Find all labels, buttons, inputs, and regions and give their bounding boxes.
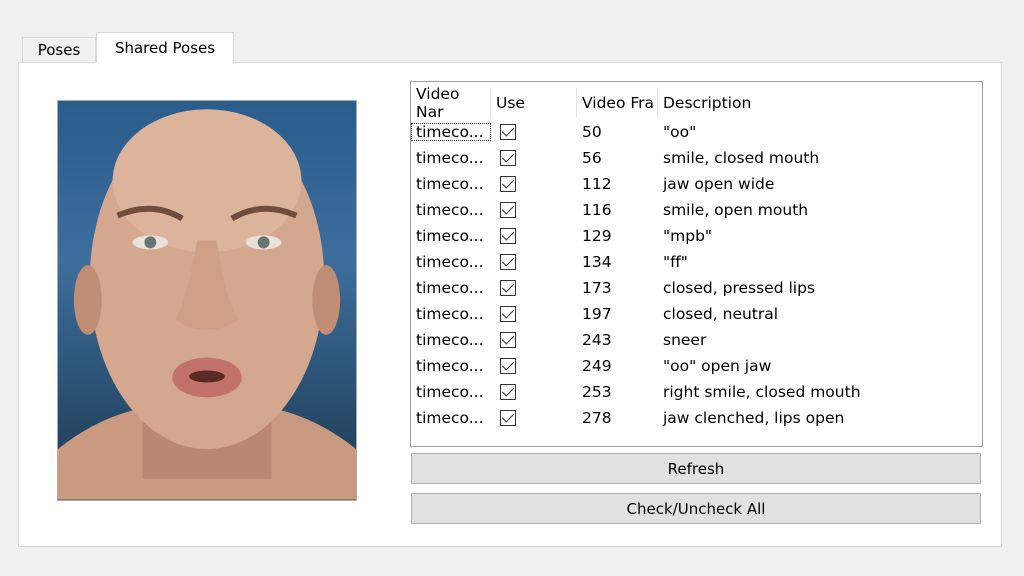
description-cell: "oo" open jaw	[663, 357, 772, 375]
use-cell	[491, 254, 577, 270]
use-cell	[491, 150, 577, 166]
video-frame-cell: 56	[582, 149, 602, 167]
checkbox-checked-icon[interactable]	[500, 228, 516, 244]
use-cell	[491, 358, 577, 374]
table-row[interactable]: timeco... 197 closed, neutral	[411, 301, 982, 327]
use-cell	[491, 176, 577, 192]
list-header: Video Nar Use Video Fra Description	[411, 85, 982, 121]
table-row[interactable]: timeco... 50 "oo"	[411, 119, 982, 145]
checkbox-checked-icon[interactable]	[500, 202, 516, 218]
video-name-cell: timeco...	[416, 175, 484, 193]
description-cell: right smile, closed mouth	[663, 383, 861, 401]
table-row[interactable]: timeco... 56 smile, closed mouth	[411, 145, 982, 171]
description-cell: "oo"	[663, 123, 697, 141]
table-row[interactable]: timeco... 112 jaw open wide	[411, 171, 982, 197]
video-frame-cell: 253	[582, 383, 612, 401]
video-name-cell: timeco...	[416, 201, 484, 219]
checkbox-checked-icon[interactable]	[500, 176, 516, 192]
video-frame-cell: 243	[582, 331, 612, 349]
table-row[interactable]: timeco... 249 "oo" open jaw	[411, 353, 982, 379]
use-cell	[491, 306, 577, 322]
use-cell	[491, 384, 577, 400]
column-header-video-frame[interactable]: Video Fra	[577, 88, 658, 118]
use-cell	[491, 202, 577, 218]
checkbox-checked-icon[interactable]	[500, 410, 516, 426]
refresh-button[interactable]: Refresh	[411, 453, 981, 484]
video-frame-cell: 249	[582, 357, 612, 375]
table-row[interactable]: timeco... 243 sneer	[411, 327, 982, 353]
table-row[interactable]: timeco... 253 right smile, closed mouth	[411, 379, 982, 405]
table-row[interactable]: timeco... 134 "ff"	[411, 249, 982, 275]
tab-poses[interactable]: Poses	[22, 37, 96, 62]
use-cell	[491, 124, 577, 140]
table-row[interactable]: timeco... 116 smile, open mouth	[411, 197, 982, 223]
description-cell: closed, pressed lips	[663, 279, 816, 297]
video-name-cell: timeco...	[416, 279, 484, 297]
face-preview-image	[57, 100, 357, 501]
tab-shared-poses[interactable]: Shared Poses	[96, 32, 234, 63]
check-uncheck-all-button[interactable]: Check/Uncheck All	[411, 493, 981, 524]
checkbox-checked-icon[interactable]	[500, 254, 516, 270]
checkbox-checked-icon[interactable]	[500, 124, 516, 140]
video-name-cell: timeco...	[416, 149, 484, 167]
video-name-cell: timeco...	[416, 305, 484, 323]
column-header-video-name[interactable]: Video Nar	[411, 85, 491, 121]
video-frame-cell: 112	[582, 175, 612, 193]
description-cell: "ff"	[663, 253, 688, 271]
description-cell: sneer	[663, 331, 707, 349]
use-cell	[491, 280, 577, 296]
video-name-cell: timeco...	[416, 331, 484, 349]
video-name-cell: timeco...	[411, 123, 491, 141]
video-frame-cell: 278	[582, 409, 612, 427]
video-frame-cell: 116	[582, 201, 612, 219]
description-cell: jaw clenched, lips open	[663, 409, 845, 427]
checkbox-checked-icon[interactable]	[500, 306, 516, 322]
video-frame-cell: 197	[582, 305, 612, 323]
description-cell: closed, neutral	[663, 305, 779, 323]
column-header-description[interactable]: Description	[658, 88, 982, 118]
video-frame-cell: 173	[582, 279, 612, 297]
description-cell: "mpb"	[663, 227, 713, 245]
video-name-cell: timeco...	[416, 409, 484, 427]
checkbox-checked-icon[interactable]	[500, 384, 516, 400]
checkbox-checked-icon[interactable]	[500, 280, 516, 296]
video-frame-cell: 50	[582, 123, 602, 141]
video-name-cell: timeco...	[416, 253, 484, 271]
video-name-cell: timeco...	[416, 227, 484, 245]
table-row[interactable]: timeco... 129 "mpb"	[411, 223, 982, 249]
checkbox-checked-icon[interactable]	[500, 358, 516, 374]
shared-poses-list[interactable]: Video Nar Use Video Fra Description time…	[410, 81, 983, 447]
video-frame-cell: 134	[582, 253, 612, 271]
use-cell	[491, 332, 577, 348]
description-cell: smile, closed mouth	[663, 149, 820, 167]
description-cell: jaw open wide	[663, 175, 775, 193]
table-row[interactable]: timeco... 278 jaw clenched, lips open	[411, 405, 982, 431]
table-row[interactable]: timeco... 173 closed, pressed lips	[411, 275, 982, 301]
use-cell	[491, 410, 577, 426]
checkbox-checked-icon[interactable]	[500, 332, 516, 348]
description-cell: smile, open mouth	[663, 201, 809, 219]
video-name-cell: timeco...	[416, 357, 484, 375]
use-cell	[491, 228, 577, 244]
video-name-cell: timeco...	[416, 383, 484, 401]
column-header-use[interactable]: Use	[491, 88, 577, 118]
checkbox-checked-icon[interactable]	[500, 150, 516, 166]
video-frame-cell: 129	[582, 227, 612, 245]
